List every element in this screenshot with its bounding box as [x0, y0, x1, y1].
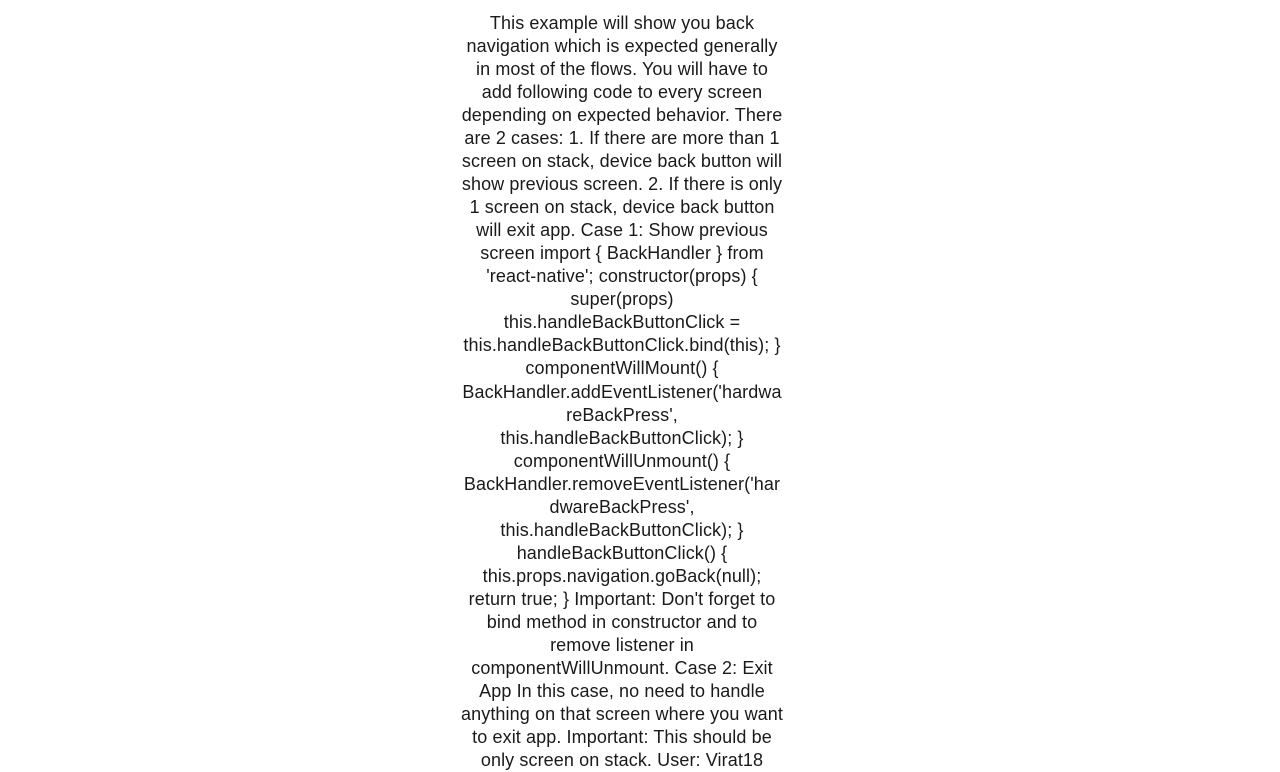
document-body: This example will show you back navigati…: [460, 12, 784, 772]
